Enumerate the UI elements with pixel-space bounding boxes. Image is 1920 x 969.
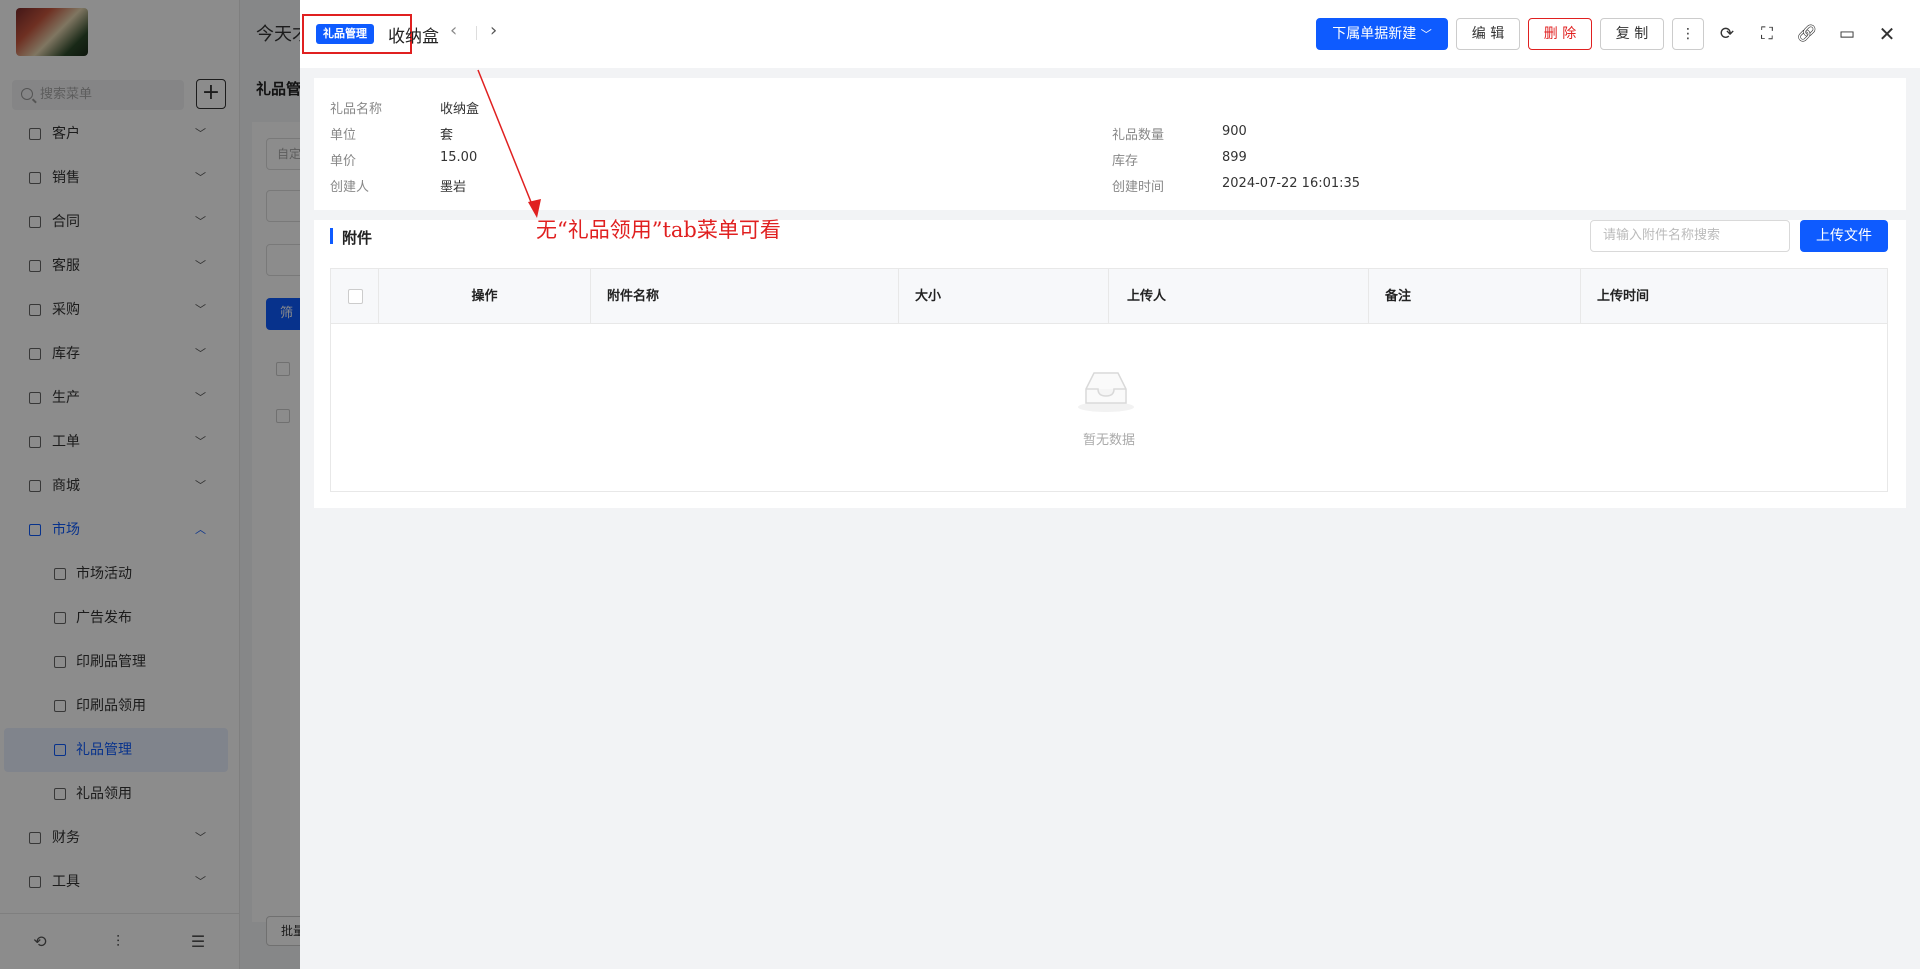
annotation-text: 无“礼品领用”tab菜单可看 — [536, 218, 781, 242]
annotation-arrow — [477, 69, 541, 218]
annotation-arrow-line — [477, 69, 536, 213]
